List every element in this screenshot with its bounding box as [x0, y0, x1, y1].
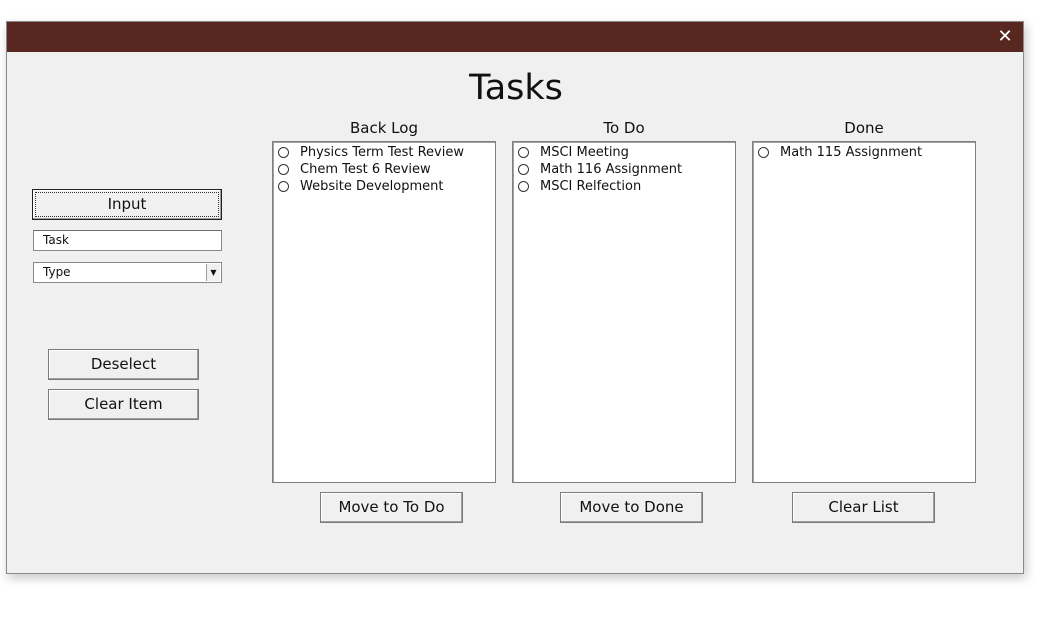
list-item-label: MSCI Relfection	[540, 179, 642, 194]
move-to-done-button[interactable]: Move to Done	[560, 492, 703, 523]
backlog-label: Back Log	[350, 119, 418, 137]
page-title: Tasks	[469, 68, 563, 108]
list-item[interactable]: MSCI Relfection	[513, 178, 735, 195]
close-icon[interactable]: ✕	[993, 25, 1017, 49]
radio-icon[interactable]	[518, 164, 529, 175]
list-item-label: Chem Test 6 Review	[300, 162, 431, 177]
list-item-label: Website Development	[300, 179, 444, 194]
radio-icon[interactable]	[758, 147, 769, 158]
title-bar[interactable]: ✕	[7, 22, 1023, 52]
list-item[interactable]: Website Development	[273, 178, 495, 195]
done-label: Done	[844, 119, 884, 137]
deselect-button[interactable]: Deselect	[48, 349, 199, 380]
clear-list-button[interactable]: Clear List	[792, 492, 935, 523]
task-input[interactable]: Task	[33, 230, 222, 251]
list-item-label: MSCI Meeting	[540, 145, 629, 160]
list-item-label: Math 116 Assignment	[540, 162, 683, 177]
list-item-label: Physics Term Test Review	[300, 145, 464, 160]
tasks-window: ✕ Tasks Input Task Type ▼ Deselect Clear…	[6, 21, 1024, 574]
list-item-label: Math 115 Assignment	[780, 145, 923, 160]
radio-icon[interactable]	[278, 147, 289, 158]
radio-icon[interactable]	[518, 181, 529, 192]
chevron-down-icon[interactable]: ▼	[206, 264, 220, 281]
list-item[interactable]: Physics Term Test Review	[273, 144, 495, 161]
list-item[interactable]: Chem Test 6 Review	[273, 161, 495, 178]
backlog-list[interactable]: Physics Term Test Review Chem Test 6 Rev…	[272, 141, 496, 483]
done-list[interactable]: Math 115 Assignment	[752, 141, 976, 483]
list-item[interactable]: MSCI Meeting	[513, 144, 735, 161]
type-select[interactable]: Type ▼	[33, 262, 222, 283]
list-item[interactable]: Math 116 Assignment	[513, 161, 735, 178]
input-button[interactable]: Input	[32, 189, 222, 220]
radio-icon[interactable]	[278, 181, 289, 192]
todo-list[interactable]: MSCI Meeting Math 116 Assignment MSCI Re…	[512, 141, 736, 483]
radio-icon[interactable]	[518, 147, 529, 158]
todo-label: To Do	[603, 119, 645, 137]
clear-item-button[interactable]: Clear Item	[48, 389, 199, 420]
type-select-value: Type	[43, 265, 71, 279]
radio-icon[interactable]	[278, 164, 289, 175]
list-item[interactable]: Math 115 Assignment	[753, 144, 975, 161]
move-to-todo-button[interactable]: Move to To Do	[320, 492, 463, 523]
